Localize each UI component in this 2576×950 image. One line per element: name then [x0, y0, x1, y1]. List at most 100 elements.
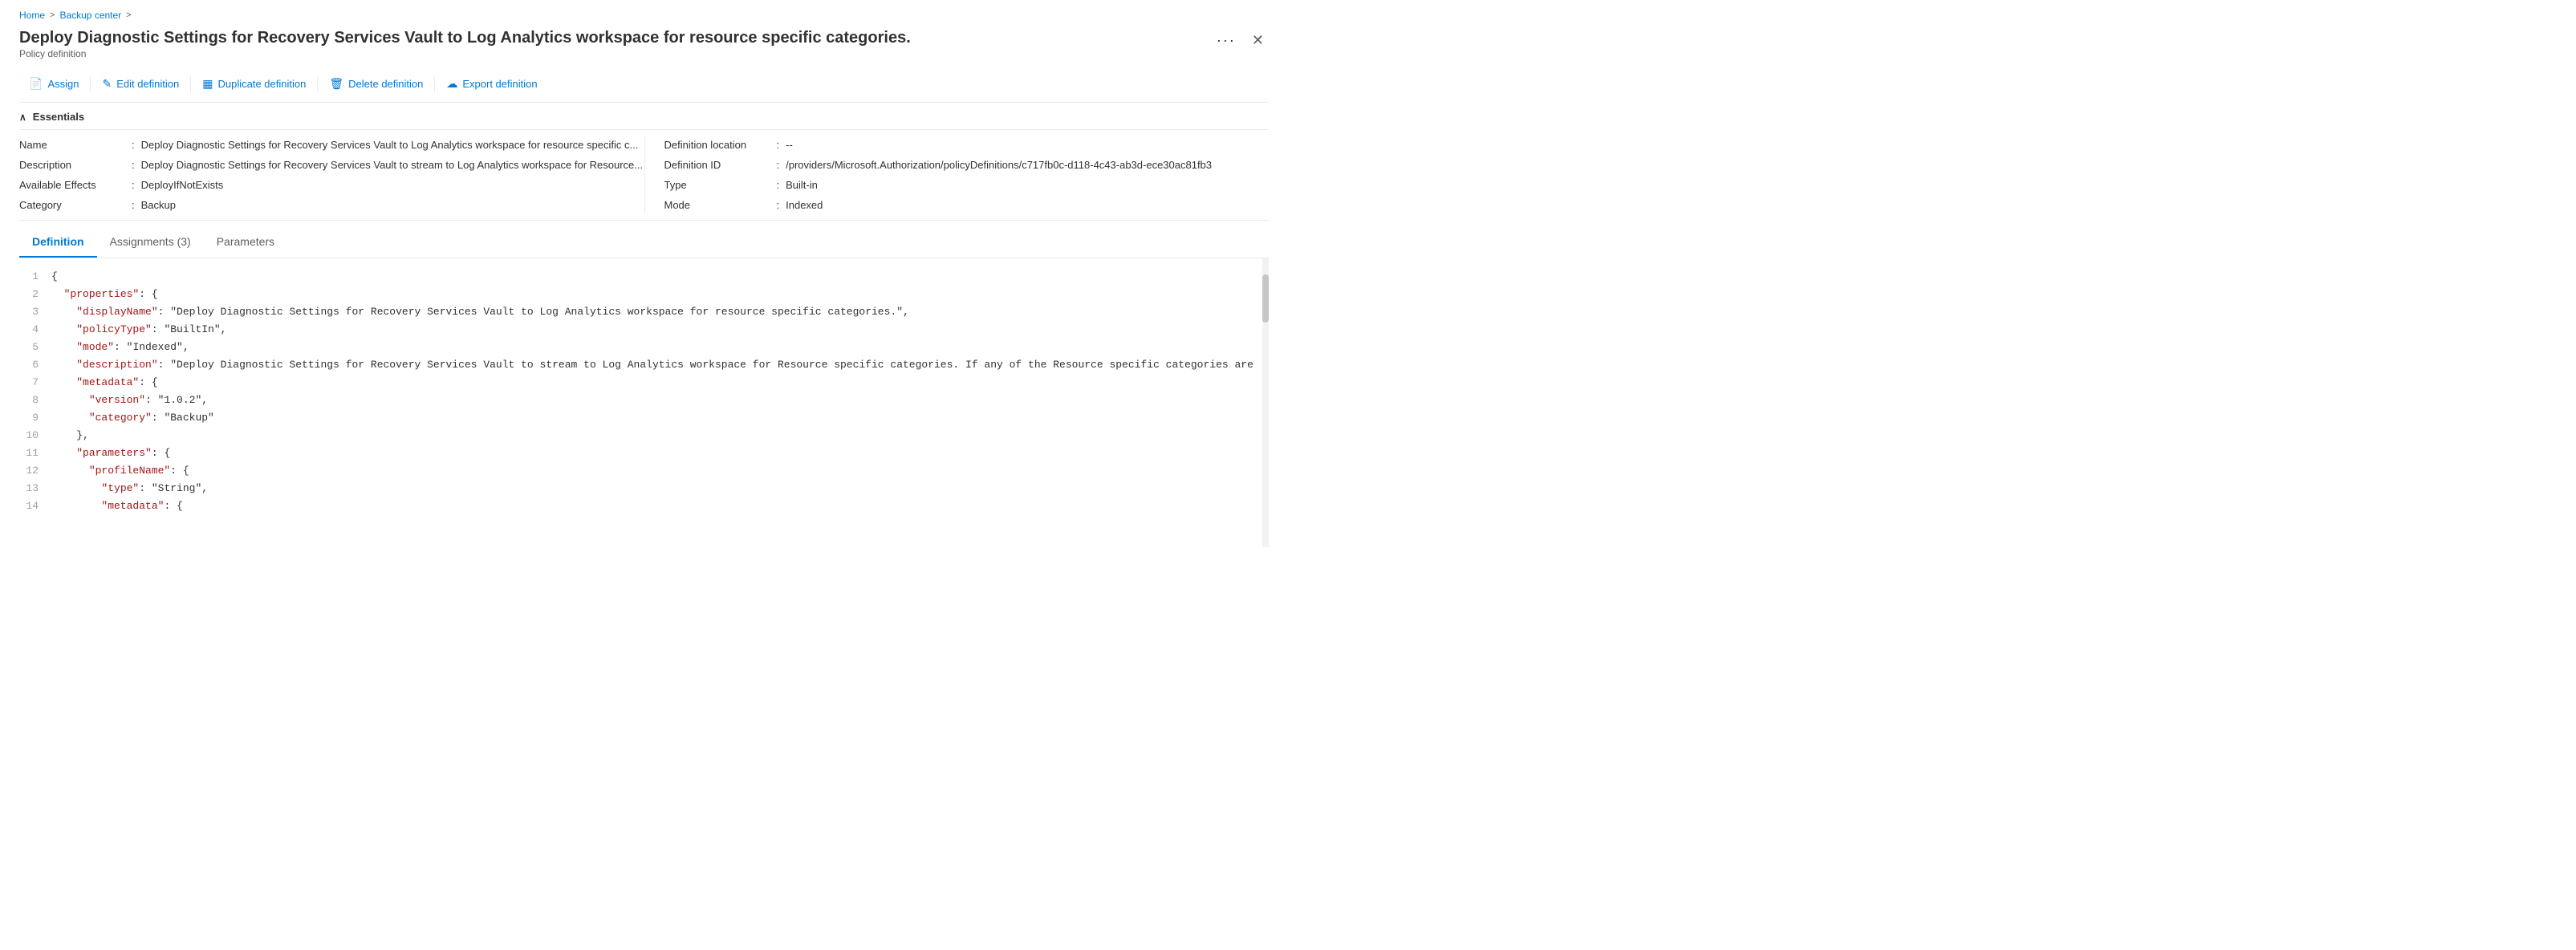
field-sep: :: [777, 139, 780, 151]
essentials-left: Name : Deploy Diagnostic Settings for Re…: [19, 136, 644, 213]
line-number: 3: [19, 303, 39, 321]
field-label: Description: [19, 159, 132, 171]
delete-icon: 🗑: [329, 77, 343, 91]
line-number: 1: [19, 268, 39, 286]
field-value: Built-in: [786, 179, 818, 191]
scrollbar-track[interactable]: [1262, 258, 1269, 547]
code-line: "category": "Backup": [51, 409, 1269, 427]
field-sep: :: [777, 159, 780, 171]
code-line: "properties": {: [51, 286, 1269, 303]
assign-button[interactable]: 📄 Assign: [19, 72, 88, 95]
field-value: /providers/Microsoft.Authorization/polic…: [786, 159, 1212, 171]
export-icon: ☁: [446, 77, 457, 91]
code-line: "version": "1.0.2",: [51, 392, 1269, 409]
toolbar-sep-3: [317, 76, 318, 92]
tab-definition[interactable]: Definition: [19, 227, 97, 258]
tab-assignments--3-[interactable]: Assignments (3): [97, 227, 204, 258]
field-row: Description : Deploy Diagnostic Settings…: [19, 156, 644, 173]
code-line: "metadata": {: [51, 497, 1269, 515]
field-row: Type : Built-in: [664, 177, 1270, 193]
field-row: Category : Backup: [19, 197, 644, 213]
edit-label: Edit definition: [116, 78, 179, 90]
field-value: --: [786, 139, 793, 151]
breadcrumb-chevron-2: >: [126, 10, 131, 20]
essentials-right: Definition location : -- Definition ID : …: [644, 136, 1270, 213]
line-number: 2: [19, 286, 39, 303]
field-sep: :: [132, 179, 135, 191]
toolbar: 📄 Assign ✎ Edit definition ▦ Duplicate d…: [19, 72, 1269, 103]
field-sep: :: [132, 139, 135, 151]
line-number: 8: [19, 392, 39, 409]
essentials-label: Essentials: [33, 111, 84, 123]
duplicate-definition-button[interactable]: ▦ Duplicate definition: [193, 72, 315, 95]
toolbar-sep-1: [90, 76, 91, 92]
field-label: Definition ID: [664, 159, 777, 171]
line-number: 7: [19, 374, 39, 392]
field-row: Name : Deploy Diagnostic Settings for Re…: [19, 136, 644, 153]
code-line: "description": "Deploy Diagnostic Settin…: [51, 356, 1269, 374]
field-value: Deploy Diagnostic Settings for Recovery …: [141, 159, 643, 171]
edit-icon: ✎: [102, 77, 112, 91]
line-numbers: 1234567891011121314: [19, 268, 51, 538]
page-header: Deploy Diagnostic Settings for Recovery …: [19, 27, 1269, 69]
breadcrumb-chevron-1: >: [50, 10, 55, 20]
line-number: 5: [19, 339, 39, 356]
field-value: DeployIfNotExists: [141, 179, 224, 191]
field-label: Mode: [664, 199, 777, 211]
duplicate-icon: ▦: [202, 77, 213, 91]
line-number: 6: [19, 356, 39, 374]
delete-definition-button[interactable]: 🗑 Delete definition: [319, 72, 433, 95]
code-line: "mode": "Indexed",: [51, 339, 1269, 356]
edit-definition-button[interactable]: ✎ Edit definition: [92, 72, 189, 95]
breadcrumb: Home > Backup center >: [19, 10, 1269, 21]
line-number: 13: [19, 480, 39, 497]
close-button[interactable]: ✕: [1247, 30, 1269, 51]
essentials-header: ∧ Essentials: [19, 103, 1269, 130]
field-label: Category: [19, 199, 132, 211]
essentials-grid: Name : Deploy Diagnostic Settings for Re…: [19, 130, 1269, 221]
delete-label: Delete definition: [348, 78, 423, 90]
export-definition-button[interactable]: ☁ Export definition: [437, 72, 546, 95]
code-line: {: [51, 268, 1269, 286]
breadcrumb-home[interactable]: Home: [19, 10, 45, 21]
assign-label: Assign: [47, 78, 79, 90]
tabs-bar: DefinitionAssignments (3)Parameters: [19, 227, 1269, 258]
essentials-chevron-icon: ∧: [19, 112, 26, 123]
toolbar-sep-4: [434, 76, 435, 92]
field-row: Mode : Indexed: [664, 197, 1270, 213]
toolbar-sep-2: [190, 76, 191, 92]
header-actions: ··· ✕: [1212, 30, 1269, 51]
code-line: "policyType": "BuiltIn",: [51, 321, 1269, 339]
line-number: 12: [19, 462, 39, 480]
code-line: },: [51, 427, 1269, 445]
line-number: 9: [19, 409, 39, 427]
code-line: "type": "String",: [51, 480, 1269, 497]
field-label: Available Effects: [19, 179, 132, 191]
more-options-button[interactable]: ···: [1212, 30, 1241, 51]
code-line: "metadata": {: [51, 374, 1269, 392]
assign-icon: 📄: [29, 77, 43, 91]
field-sep: :: [777, 179, 780, 191]
field-row: Definition ID : /providers/Microsoft.Aut…: [664, 156, 1270, 173]
scrollbar-thumb[interactable]: [1262, 274, 1269, 323]
field-label: Definition location: [664, 139, 777, 151]
field-value: Indexed: [786, 199, 823, 211]
page-subtitle: Policy definition: [19, 48, 1212, 59]
duplicate-label: Duplicate definition: [218, 78, 307, 90]
field-sep: :: [777, 199, 780, 211]
page-title: Deploy Diagnostic Settings for Recovery …: [19, 27, 1183, 48]
line-number: 4: [19, 321, 39, 339]
line-number: 10: [19, 427, 39, 445]
tab-parameters[interactable]: Parameters: [204, 227, 287, 258]
field-value: Deploy Diagnostic Settings for Recovery …: [141, 139, 639, 151]
breadcrumb-backup[interactable]: Backup center: [59, 10, 121, 21]
field-row: Definition location : --: [664, 136, 1270, 153]
code-content: { "properties": { "displayName": "Deploy…: [51, 268, 1269, 538]
code-line: "parameters": {: [51, 445, 1269, 462]
field-label: Name: [19, 139, 132, 151]
export-label: Export definition: [462, 78, 537, 90]
code-line: "profileName": {: [51, 462, 1269, 480]
line-number: 14: [19, 497, 39, 515]
code-area: 1234567891011121314 { "properties": { "d…: [19, 258, 1269, 547]
field-label: Type: [664, 179, 777, 191]
